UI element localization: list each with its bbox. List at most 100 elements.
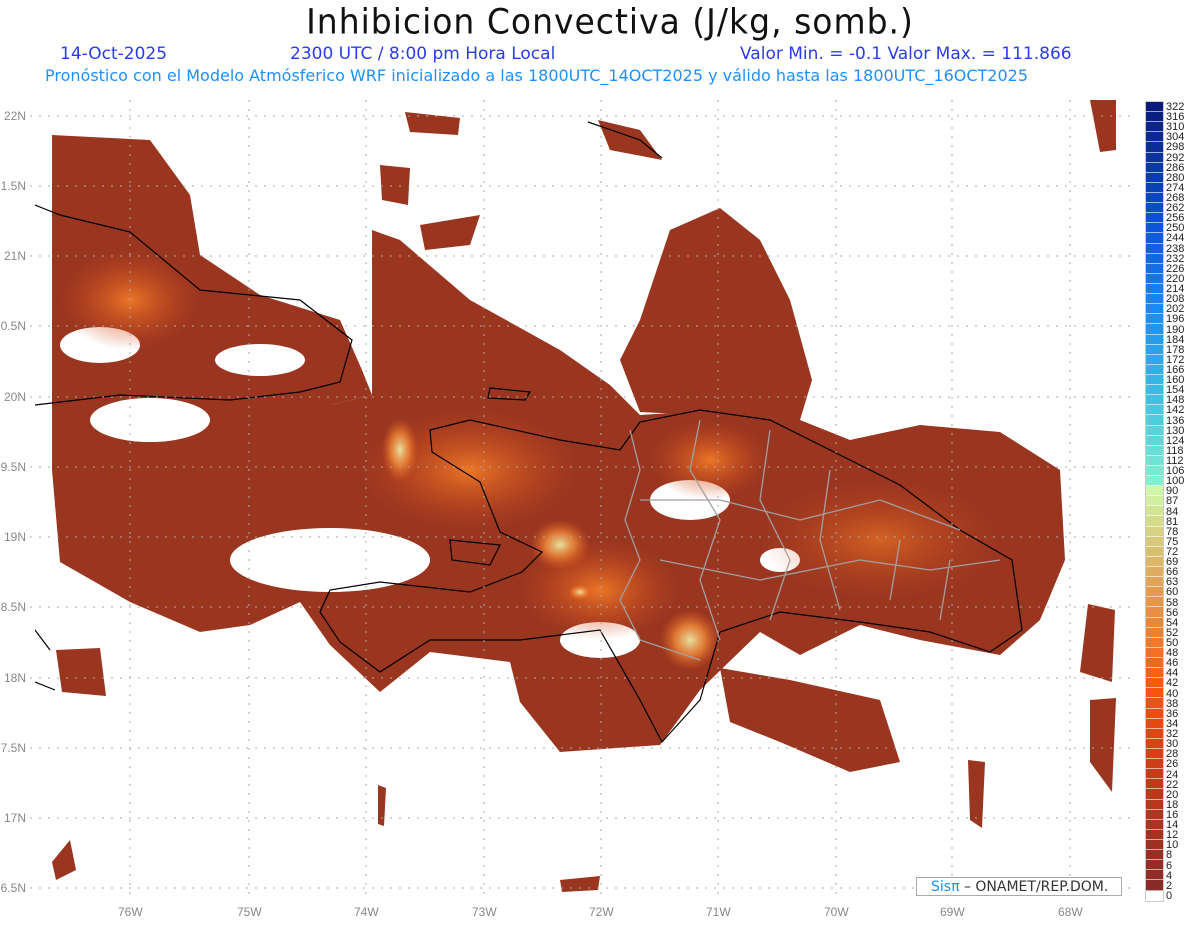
legend-swatch [1146, 708, 1163, 719]
legend-swatch [1146, 829, 1163, 840]
legend-swatch [1146, 617, 1163, 628]
legend-label: 196 [1166, 313, 1185, 326]
lon-label: 70W [824, 905, 849, 919]
legend-swatch [1146, 203, 1163, 214]
lat-label: 21N [3, 249, 26, 263]
legend-swatch [1146, 728, 1163, 739]
legend-swatch [1146, 607, 1163, 618]
legend-swatch [1146, 546, 1163, 557]
legend-swatch [1146, 769, 1163, 780]
legend-swatch [1146, 273, 1163, 284]
legend-swatch [1146, 637, 1163, 648]
legend-swatch [1146, 223, 1163, 234]
map-canvas [30, 100, 1135, 900]
legend-swatch [1146, 465, 1163, 477]
cin-field [35, 100, 1116, 892]
legend-swatch [1146, 385, 1163, 396]
legend-swatch [1146, 364, 1163, 375]
legend-swatch [1146, 142, 1163, 153]
legend-swatch [1146, 627, 1163, 638]
legend-swatch [1146, 738, 1163, 749]
legend-swatch [1146, 556, 1163, 568]
legend-swatch [1146, 850, 1163, 861]
lat-label: 0.5N [0, 319, 26, 333]
legend-swatch [1146, 374, 1163, 386]
legend-swatch [1146, 162, 1163, 173]
legend-swatch [1146, 253, 1163, 264]
legend-label: 87 [1166, 495, 1179, 508]
lat-label: 18N [3, 671, 26, 685]
lon-label: 72W [589, 905, 614, 919]
legend-swatch [1146, 860, 1163, 871]
legend-swatch [1146, 890, 1163, 901]
lat-label: 7.5N [0, 741, 26, 755]
legend-swatch [1146, 445, 1163, 456]
lat-label: 9.5N [0, 460, 26, 474]
legend-swatch [1146, 587, 1163, 598]
credit-text: – ONAMET/REP.DOM. [959, 879, 1109, 895]
lon-label: 76W [118, 905, 143, 919]
legend-swatch [1146, 789, 1163, 800]
lon-label: 71W [706, 905, 731, 919]
legend-swatch [1146, 567, 1163, 578]
legend-swatch [1146, 182, 1163, 193]
legend-swatch [1146, 435, 1163, 446]
legend-swatch [1146, 496, 1163, 507]
lon-label: 74W [354, 905, 379, 919]
legend-swatch [1146, 243, 1163, 254]
legend-swatch [1146, 112, 1163, 123]
legend-swatch [1146, 506, 1163, 517]
legend-swatch [1146, 172, 1163, 183]
field-region-south [720, 668, 900, 772]
legend-swatch [1146, 870, 1163, 881]
legend-swatch [1146, 405, 1163, 416]
lon-label: 69W [940, 905, 965, 919]
legend-swatch [1146, 718, 1163, 729]
legend-swatch [1146, 678, 1163, 689]
legend-swatch [1146, 132, 1163, 143]
legend-label: 190 [1166, 323, 1185, 336]
legend-swatch [1146, 647, 1163, 659]
legend-swatch [1146, 102, 1163, 113]
legend-swatch [1146, 698, 1163, 709]
legend-swatch [1146, 880, 1163, 891]
legend-label: 298 [1166, 141, 1185, 154]
legend-swatch [1146, 779, 1163, 790]
legend-swatch [1146, 425, 1163, 436]
lat-label: 19N [3, 530, 26, 544]
lat-label: 6.5N [0, 881, 26, 895]
legend-swatch [1146, 233, 1163, 244]
legend-swatch [1146, 668, 1163, 679]
lon-label: 73W [472, 905, 497, 919]
legend-swatch [1146, 688, 1163, 699]
legend-swatch [1146, 526, 1163, 537]
legend-swatch [1146, 415, 1163, 426]
legend-swatch [1146, 486, 1163, 497]
lat-label: 22N [3, 109, 26, 123]
lon-label: 75W [237, 905, 262, 919]
legend-label: 8 [1166, 849, 1173, 862]
lon-label: 68W [1058, 905, 1083, 919]
legend-swatch [1146, 344, 1163, 355]
legend-swatch [1146, 455, 1163, 466]
legend-label: 244 [1166, 232, 1185, 245]
field-region-north [620, 208, 812, 420]
legend-swatch [1146, 516, 1163, 527]
lat-label: 17N [3, 811, 26, 825]
legend-swatch [1146, 314, 1163, 325]
legend-swatch [1146, 839, 1163, 851]
legend-swatch [1146, 334, 1163, 345]
credit-brand: Sisπ [931, 879, 960, 895]
legend-swatch [1146, 122, 1163, 133]
legend-swatch [1146, 759, 1163, 770]
legend-label: 42 [1166, 677, 1179, 690]
legend-swatch [1146, 597, 1163, 608]
legend-swatch [1146, 283, 1163, 295]
legend-label: 26 [1166, 758, 1179, 771]
legend-swatch [1146, 263, 1163, 274]
legend-label: 142 [1166, 404, 1185, 417]
legend-swatch [1146, 294, 1163, 305]
legend-swatch [1146, 192, 1163, 204]
legend-swatch [1146, 799, 1163, 810]
legend-swatch [1146, 304, 1163, 315]
